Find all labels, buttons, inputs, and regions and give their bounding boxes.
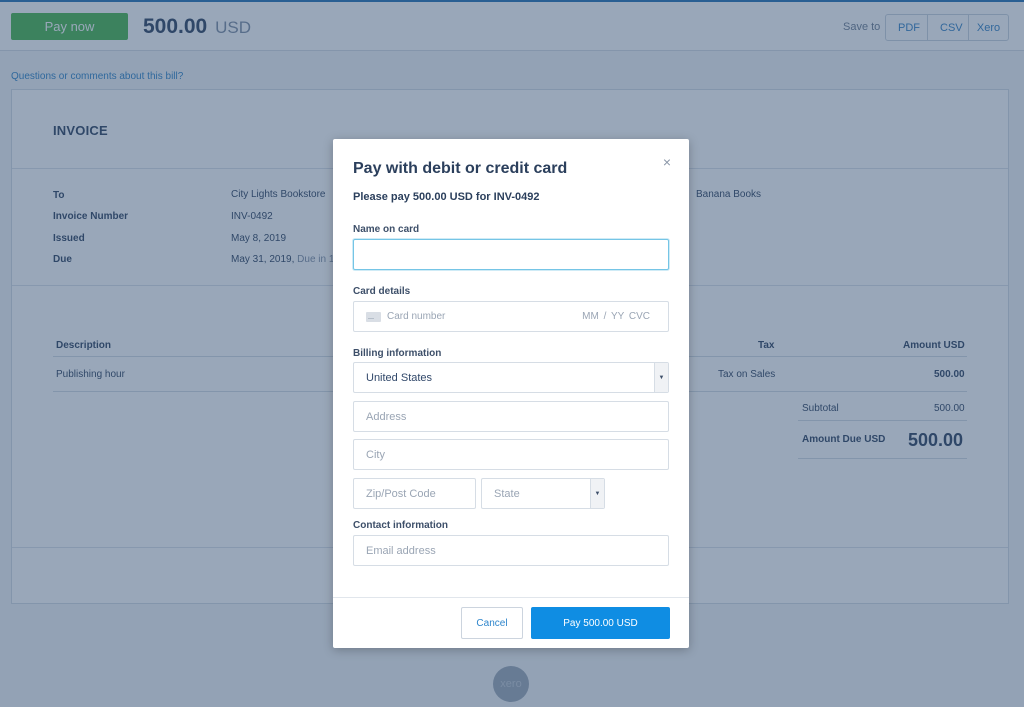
name-on-card-label: Name on card (353, 224, 420, 235)
city-input[interactable] (353, 439, 669, 470)
close-icon[interactable]: × (659, 154, 675, 170)
payment-modal: Pay with debit or credit card × Please p… (333, 139, 689, 648)
card-details-label: Card details (353, 286, 411, 297)
zip-input[interactable] (353, 478, 476, 509)
country-select[interactable]: United States ▼ (353, 362, 669, 393)
credit-card-icon (366, 312, 381, 322)
email-input[interactable] (353, 535, 669, 566)
modal-title: Pay with debit or credit card (353, 160, 568, 177)
pay-button[interactable]: Pay 500.00 USD (531, 607, 670, 639)
card-expiry-cvc-placeholder[interactable]: MM / YY CVC (582, 311, 650, 322)
contact-information-label: Contact information (353, 520, 448, 531)
state-select[interactable]: State ▼ (481, 478, 605, 509)
card-number-placeholder[interactable]: Card number (387, 311, 445, 322)
chevron-down-icon: ▼ (590, 479, 604, 508)
address-input[interactable] (353, 401, 669, 432)
modal-footer-divider (333, 597, 689, 598)
country-value: United States (366, 372, 433, 384)
name-on-card-input[interactable] (353, 239, 669, 270)
state-placeholder: State (494, 488, 520, 500)
modal-subtitle: Please pay 500.00 USD for INV-0492 (353, 191, 540, 203)
billing-information-label: Billing information (353, 348, 442, 359)
card-details-field[interactable]: Card number MM / YY CVC (353, 301, 669, 332)
cancel-button[interactable]: Cancel (461, 607, 523, 639)
chevron-down-icon: ▼ (654, 363, 668, 392)
